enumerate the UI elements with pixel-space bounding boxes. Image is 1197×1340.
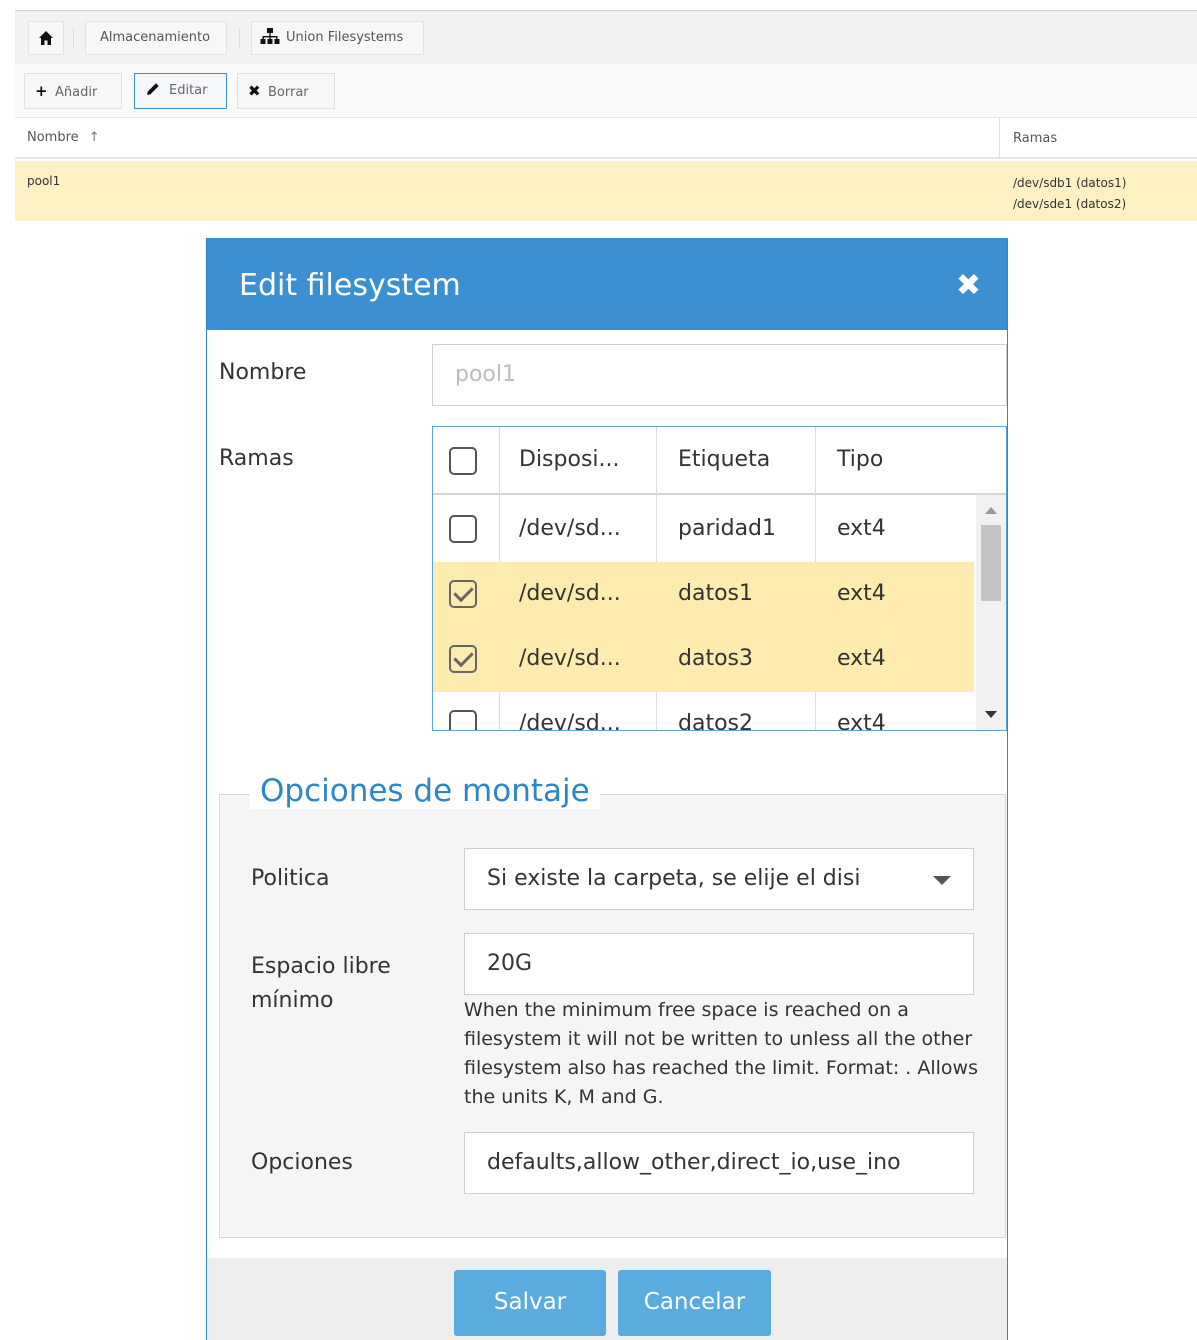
delete-label: Borrar [268, 85, 309, 100]
min-free-space-label: Espacio libre mínimo [251, 954, 391, 1013]
row-ramas-line: /dev/sde1 (datos2) [1013, 197, 1127, 211]
row-ramas-line: /dev/sdb1 (datos1) [1013, 176, 1127, 190]
sitemap-icon [260, 28, 280, 44]
grid-header: Nombre ↑ Ramas [15, 118, 1197, 159]
edit-button[interactable]: Editar [134, 73, 227, 109]
delete-button[interactable]: ✖ Borrar [237, 73, 335, 109]
column-header-label[interactable]: Etiqueta [678, 447, 770, 472]
policy-select[interactable]: Si existe la carpeta, se elije el disi [464, 848, 974, 910]
breadcrumb-union-label: Union Filesystems [286, 30, 404, 45]
branch-device: /dev/sd... [519, 516, 621, 541]
edit-label: Editar [169, 83, 208, 98]
close-icon: ✖ [248, 82, 261, 100]
select-all-checkbox[interactable] [449, 447, 477, 475]
edit-filesystem-dialog: Edit filesystem ✖ Nombre pool1 Ramas Dis… [206, 238, 1008, 1340]
branch-type: ext4 [837, 581, 886, 606]
branch-label: datos1 [678, 581, 753, 606]
name-label: Nombre [219, 360, 307, 385]
branch-device: /dev/sd... [519, 581, 621, 606]
plus-icon: + [35, 82, 48, 100]
dialog-header: Edit filesystem ✖ [207, 238, 1007, 330]
breadcrumb: Almacenamiento Union Filesystems [15, 10, 1197, 64]
branch-row[interactable]: /dev/sd... datos2 ext4 [433, 692, 974, 731]
scroll-up-arrow-icon[interactable] [985, 507, 997, 514]
branch-row[interactable]: /dev/sd... datos1 ext4 [433, 562, 974, 627]
table-row[interactable]: pool1 /dev/sdb1 (datos1) /dev/sde1 (dato… [15, 161, 1197, 221]
dialog-title: Edit filesystem [239, 268, 461, 303]
branches-scrollbar[interactable] [976, 495, 1006, 730]
add-button[interactable]: + Añadir [24, 73, 122, 109]
branch-label: datos3 [678, 646, 753, 671]
row-ramas: /dev/sdb1 (datos1) /dev/sde1 (datos2) [1013, 173, 1126, 215]
close-icon[interactable]: ✖ [956, 268, 981, 303]
branch-type: ext4 [837, 516, 886, 541]
policy-label: Politica [251, 866, 330, 891]
row-name: pool1 [27, 174, 61, 188]
branch-label: paridad1 [678, 516, 777, 541]
scroll-down-arrow-icon[interactable] [985, 711, 997, 718]
save-button[interactable]: Salvar [454, 1270, 606, 1336]
column-header-device[interactable]: Disposi... [519, 447, 620, 472]
column-header-nombre-label: Nombre [27, 130, 79, 145]
branches-grid-header: Disposi... Etiqueta Tipo [433, 427, 1006, 495]
scrollbar-thumb[interactable] [981, 525, 1001, 601]
branch-checkbox[interactable] [449, 710, 477, 730]
mount-options-legend: Opciones de montaje [250, 773, 600, 809]
cancel-button[interactable]: Cancelar [618, 1270, 771, 1336]
name-field[interactable]: pool1 [432, 344, 1007, 406]
branch-row[interactable]: /dev/sd... datos3 ext4 [433, 627, 974, 692]
branches-label: Ramas [219, 446, 294, 471]
branch-checkbox[interactable] [449, 515, 477, 543]
branch-row[interactable]: /dev/sd... paridad1 ext4 [433, 497, 974, 562]
column-header-ramas[interactable]: Ramas [1013, 131, 1057, 146]
home-icon [39, 31, 53, 45]
add-label: Añadir [55, 85, 98, 100]
toolbar: + Añadir Editar ✖ Borrar [15, 64, 1197, 118]
branch-type: ext4 [837, 646, 886, 671]
sort-asc-icon: ↑ [88, 130, 100, 145]
column-header-nombre[interactable]: Nombre ↑ [27, 130, 100, 145]
breadcrumb-separator [239, 28, 240, 48]
breadcrumb-union-filesystems[interactable]: Union Filesystems [251, 21, 424, 55]
branch-type: ext4 [837, 711, 886, 731]
branch-checkbox[interactable] [449, 580, 477, 608]
branch-label: datos2 [678, 711, 753, 731]
min-free-space-hint: When the minimum free space is reached o… [464, 999, 978, 1108]
chevron-down-icon [933, 876, 951, 885]
breadcrumb-home[interactable] [28, 21, 64, 55]
breadcrumb-storage[interactable]: Almacenamiento [85, 21, 227, 55]
policy-select-value: Si existe la carpeta, se elije el disi [487, 866, 861, 891]
min-free-space-field[interactable]: 20G [464, 933, 974, 995]
branches-grid: Disposi... Etiqueta Tipo /dev/sd... pari… [432, 426, 1007, 731]
column-divider [1006, 427, 1007, 495]
options-label: Opciones [251, 1150, 353, 1175]
pencil-icon [147, 83, 159, 95]
branch-device: /dev/sd... [519, 711, 621, 731]
branch-checkbox[interactable] [449, 645, 477, 673]
dialog-footer: Salvar Cancelar [207, 1258, 1007, 1340]
options-field[interactable]: defaults,allow_other,direct_io,use_ino [464, 1132, 974, 1194]
breadcrumb-separator [73, 28, 74, 48]
branch-device: /dev/sd... [519, 646, 621, 671]
column-header-type[interactable]: Tipo [837, 447, 883, 472]
column-divider[interactable] [999, 118, 1000, 159]
